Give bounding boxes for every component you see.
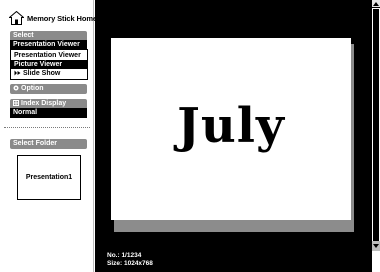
menu-item-label: Slide Show (23, 70, 61, 77)
scrollbar-end (372, 251, 380, 272)
menu-item-presentation-viewer[interactable]: Presentation Viewer (11, 50, 87, 60)
option-label: Option (21, 85, 44, 92)
app-window: Memory Stick Home Select Presentation Vi… (0, 0, 380, 272)
menu-item-label: Presentation Viewer (14, 52, 81, 59)
vertical-scrollbar[interactable] (371, 0, 380, 272)
slide-preview[interactable]: July (111, 38, 351, 220)
slide-title: July (177, 98, 285, 154)
index-display-label: Index Display (21, 100, 67, 107)
file-info: No.: 1/1234 Size: 1024x768 (107, 252, 153, 268)
menu-item-picture-viewer[interactable]: Picture Viewer (11, 60, 87, 69)
select-folder-heading: Select Folder (10, 139, 87, 149)
slideshow-icon (14, 70, 21, 76)
menu-item-slide-show[interactable]: Slide Show (11, 69, 87, 78)
select-current-value[interactable]: Presentation Viewer (10, 40, 87, 49)
folder-label: Presentation1 (25, 174, 73, 181)
viewer-dropdown-menu: Presentation Viewer Picture Viewer Slide… (10, 49, 88, 80)
file-size: Size: 1024x768 (107, 260, 153, 267)
sidebar: Memory Stick Home Select Presentation Vi… (0, 0, 97, 272)
scroll-thumb[interactable] (373, 9, 379, 241)
slide-preview-pane: July No.: 1/1234 Size: 1024x768 (95, 0, 371, 272)
section-divider (4, 127, 90, 128)
scroll-up-button[interactable] (372, 0, 380, 8)
memory-stick-home-button[interactable]: Memory Stick Home (9, 10, 97, 26)
home-title: Memory Stick Home (27, 13, 97, 23)
folder-item-presentation1[interactable]: Presentation1 (17, 155, 81, 200)
scroll-down-button[interactable] (372, 241, 380, 251)
arrow-down-icon (373, 244, 379, 248)
file-number: No.: 1/1234 (107, 252, 142, 259)
home-icon (9, 11, 24, 25)
option-button[interactable]: Option (10, 84, 87, 94)
index-display-value[interactable]: Normal (10, 108, 87, 118)
arrow-up-icon (373, 1, 379, 6)
menu-item-label: Picture Viewer (14, 61, 63, 68)
option-icon (13, 85, 19, 91)
index-display-icon (13, 100, 19, 107)
